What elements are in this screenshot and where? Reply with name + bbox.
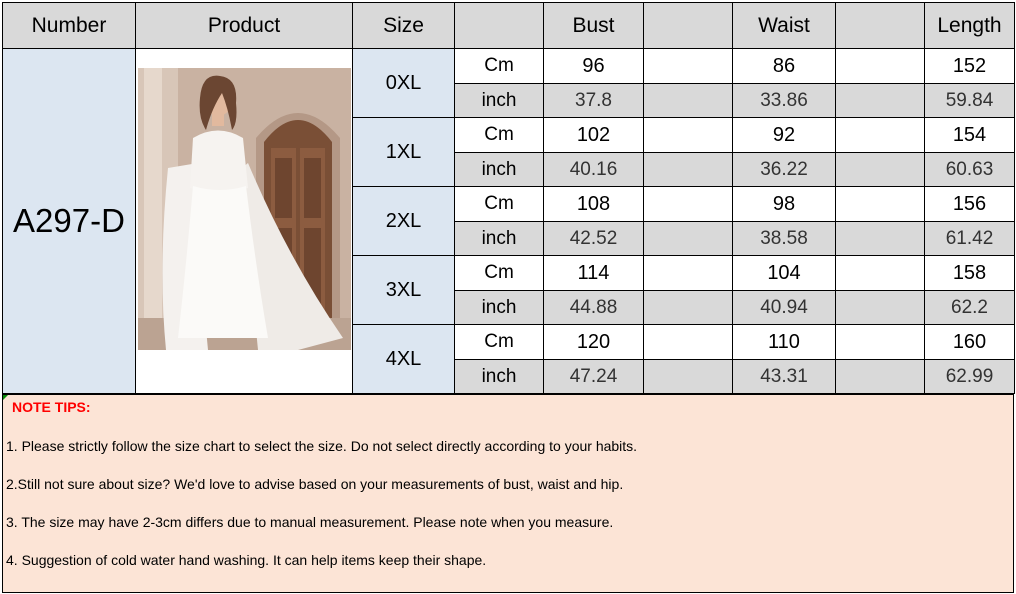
note-tips-title: NOTE TIPS: <box>12 399 91 415</box>
unit-inch: inch <box>454 152 544 187</box>
spacer-cell <box>835 152 925 187</box>
size-rows: A297-D 0XL Cm 96 86 152 inch 37.8 33.86 59.84 1XL C… <box>2 48 1015 394</box>
unit-inch: inch <box>454 290 544 325</box>
length-cm: 158 <box>924 255 1015 291</box>
spacer-cell <box>643 324 733 360</box>
spacer-cell <box>835 186 925 222</box>
waist-cm: 92 <box>732 117 836 153</box>
spacer-cell <box>835 83 925 118</box>
spacer-cell <box>835 117 925 153</box>
unit-cm: Cm <box>454 186 544 222</box>
waist-cm: 104 <box>732 255 836 291</box>
length-inch: 61.42 <box>924 221 1015 256</box>
spacer-cell <box>643 290 733 325</box>
spacer-cell <box>643 117 733 153</box>
waist-inch: 36.22 <box>732 152 836 187</box>
bust-cm: 102 <box>543 117 644 153</box>
waist-inch: 38.58 <box>732 221 836 256</box>
note-tip-4: 4. Suggestion of cold water hand washing… <box>6 552 487 568</box>
length-cm: 152 <box>924 48 1015 84</box>
length-cm: 156 <box>924 186 1015 222</box>
spacer-cell <box>835 255 925 291</box>
bust-inch: 44.88 <box>543 290 644 325</box>
length-cm: 160 <box>924 324 1015 360</box>
size-label: 0XL <box>352 48 455 118</box>
header-product: Product <box>135 2 353 49</box>
spacer-cell <box>643 48 733 84</box>
spacer-cell <box>835 48 925 84</box>
header-blank-3 <box>835 2 925 49</box>
bust-inch: 47.24 <box>543 359 644 394</box>
bust-cm: 120 <box>543 324 644 360</box>
bust-cm: 108 <box>543 186 644 222</box>
header-bust: Bust <box>543 2 644 49</box>
size-row-cm: A297-D 0XL Cm 96 86 152 <box>2 48 1015 394</box>
header-size: Size <box>352 2 455 49</box>
length-inch: 62.99 <box>924 359 1015 394</box>
item-number: A297-D <box>2 48 136 394</box>
size-label: 3XL <box>352 255 455 325</box>
spacer-cell <box>835 324 925 360</box>
white-cape-gown-photo-icon <box>138 68 351 350</box>
length-inch: 59.84 <box>924 83 1015 118</box>
header-waist: Waist <box>732 2 836 49</box>
spacer-cell <box>643 152 733 187</box>
size-label: 2XL <box>352 186 455 256</box>
bust-inch: 42.52 <box>543 221 644 256</box>
length-inch: 60.63 <box>924 152 1015 187</box>
cell-comment-marker-icon <box>3 395 8 400</box>
spacer-cell <box>643 186 733 222</box>
size-chart-sheet: Number Product Size Bust Waist Length A2… <box>2 2 1015 593</box>
product-cell <box>135 48 353 394</box>
bust-inch: 37.8 <box>543 83 644 118</box>
header-row: Number Product Size Bust Waist Length <box>2 2 1015 49</box>
spacer-cell <box>835 359 925 394</box>
unit-cm: Cm <box>454 48 544 84</box>
spacer-cell <box>643 83 733 118</box>
waist-cm: 110 <box>732 324 836 360</box>
waist-cm: 98 <box>732 186 836 222</box>
header-number: Number <box>2 2 136 49</box>
header-blank-2 <box>643 2 733 49</box>
waist-inch: 43.31 <box>732 359 836 394</box>
waist-inch: 33.86 <box>732 83 836 118</box>
bust-cm: 96 <box>543 48 644 84</box>
length-inch: 62.2 <box>924 290 1015 325</box>
unit-inch: inch <box>454 359 544 394</box>
unit-cm: Cm <box>454 117 544 153</box>
note-tip-3: 3. The size may have 2-3cm differs due t… <box>6 514 614 530</box>
spacer-cell <box>835 221 925 256</box>
unit-inch: inch <box>454 83 544 118</box>
spacer-cell <box>643 221 733 256</box>
unit-cm: Cm <box>454 255 544 291</box>
item-number-text: A297-D <box>13 202 125 239</box>
size-label: 1XL <box>352 117 455 187</box>
header-blank-1 <box>454 2 544 49</box>
unit-inch: inch <box>454 221 544 256</box>
size-chart-table: Number Product Size Bust Waist Length A2… <box>2 2 1015 394</box>
note-tips-panel: NOTE TIPS: 1. Please strictly follow the… <box>2 394 1014 593</box>
unit-cm: Cm <box>454 324 544 360</box>
note-tip-2: 2.Still not sure about size? We'd love t… <box>6 476 624 492</box>
bust-inch: 40.16 <box>543 152 644 187</box>
spacer-cell <box>643 255 733 291</box>
bust-cm: 114 <box>543 255 644 291</box>
header-length: Length <box>924 2 1015 49</box>
waist-inch: 40.94 <box>732 290 836 325</box>
size-label: 4XL <box>352 324 455 394</box>
waist-cm: 86 <box>732 48 836 84</box>
spacer-cell <box>643 359 733 394</box>
note-tip-1: 1. Please strictly follow the size chart… <box>6 438 638 454</box>
length-cm: 154 <box>924 117 1015 153</box>
spacer-cell <box>835 290 925 325</box>
